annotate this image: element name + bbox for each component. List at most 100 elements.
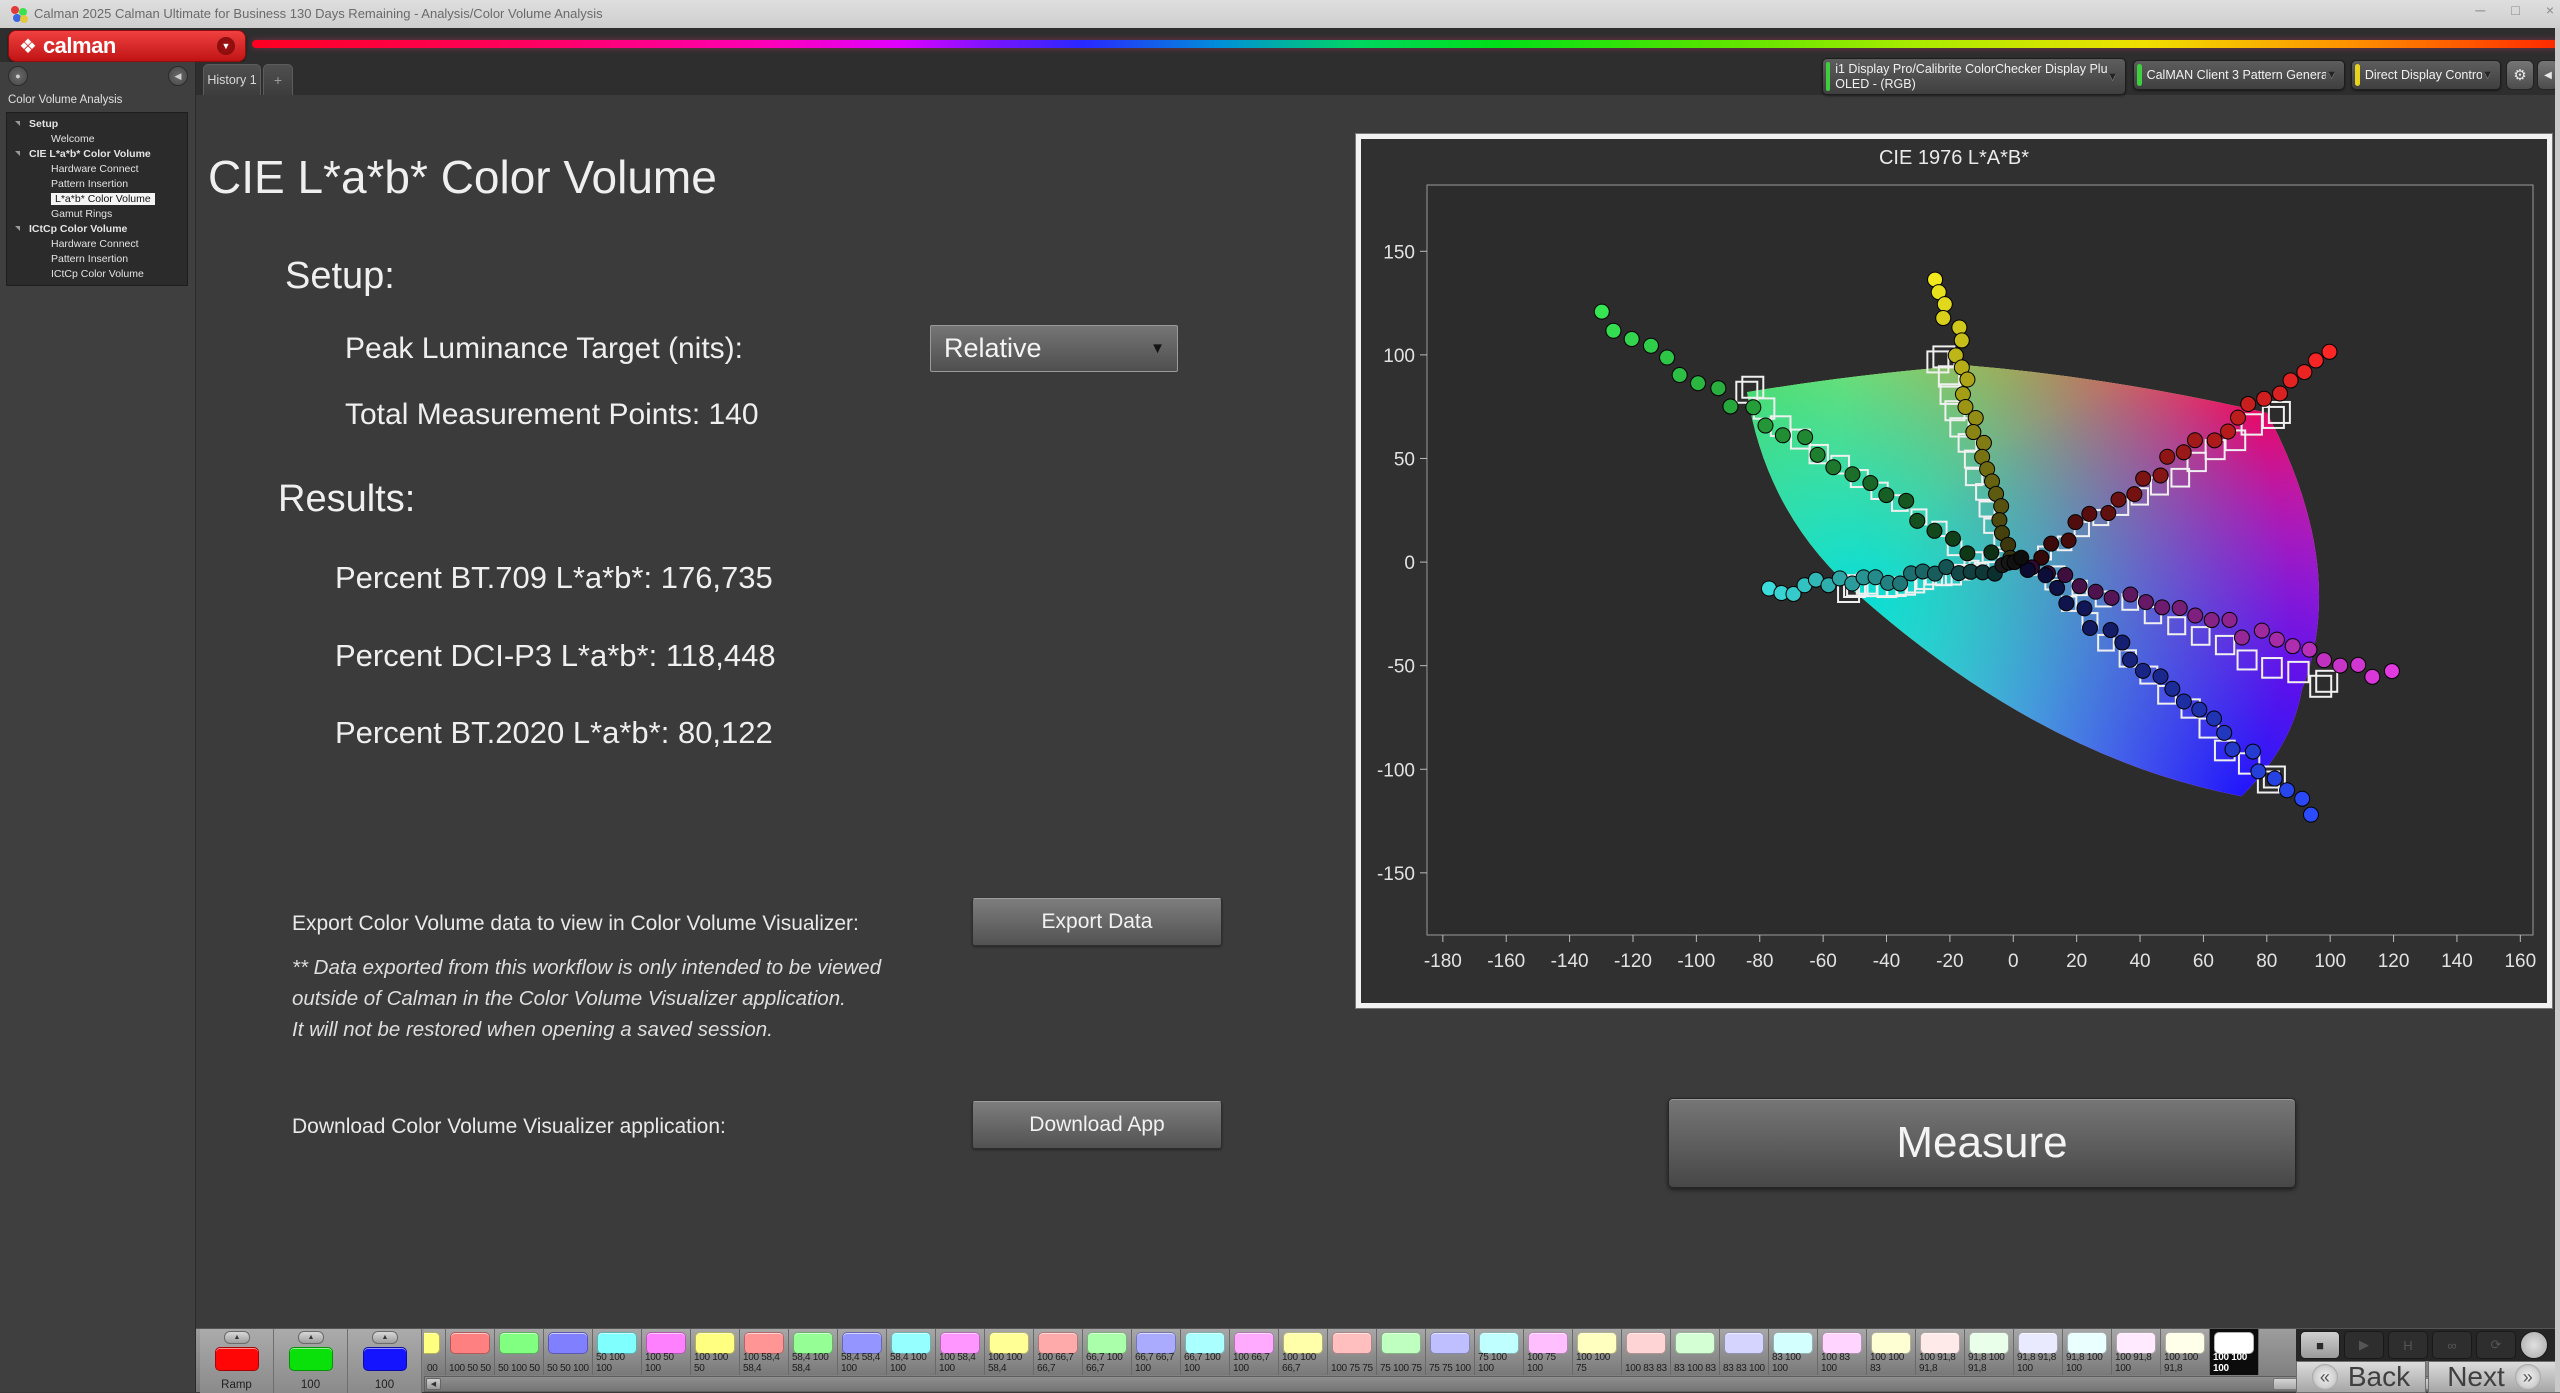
- pattern-swatch[interactable]: 100 100 91,8: [2161, 1329, 2210, 1375]
- measured-point-green: [1899, 493, 1914, 508]
- expander-icon[interactable]: [15, 121, 20, 126]
- setup-heading: Setup:: [285, 255, 395, 298]
- next-button[interactable]: Next »: [2428, 1361, 2560, 1393]
- pattern-swatch[interactable]: 91,8 100 100: [2063, 1329, 2112, 1375]
- measured-point-neutral: [2014, 550, 2029, 565]
- minimize-icon[interactable]: ─: [2475, 2, 2485, 18]
- fixed-pattern-cell[interactable]: ▲100: [348, 1329, 422, 1393]
- refresh-button[interactable]: ⟳: [2476, 1331, 2516, 1359]
- loop-button[interactable]: ∞: [2432, 1331, 2472, 1359]
- tab-history-1[interactable]: History 1: [203, 64, 261, 95]
- meter-dropdown[interactable]: i1 Display Pro/Calibrite ColorChecker Di…: [1822, 58, 2126, 95]
- pattern-swatch[interactable]: 100 100 75: [1573, 1329, 1622, 1375]
- fit-button[interactable]: H: [2388, 1331, 2428, 1359]
- measured-point-blue: [2176, 694, 2191, 709]
- fixed-pattern-cell[interactable]: ▲Ramp: [200, 1329, 274, 1393]
- stop-button[interactable]: ■: [2300, 1331, 2340, 1359]
- measured-point-red: [2283, 373, 2298, 388]
- peak-luminance-select[interactable]: Relative ▼: [930, 325, 1178, 372]
- close-icon[interactable]: ×: [2546, 2, 2554, 18]
- pattern-swatch[interactable]: 83 83 100: [1720, 1329, 1769, 1375]
- pattern-swatch[interactable]: 100 100 50: [691, 1329, 740, 1375]
- sidebar-header: Color Volume Analysis: [8, 94, 122, 106]
- pattern-swatch[interactable]: 100 58,4 58,4: [740, 1329, 789, 1375]
- tree-item[interactable]: Pattern Insertion: [7, 251, 187, 266]
- tree-item[interactable]: ICtCp Color Volume: [7, 266, 187, 281]
- fixed-pattern-cell[interactable]: ▲100: [274, 1329, 348, 1393]
- pattern-label: 75 100 100: [1478, 1353, 1523, 1374]
- collapse-sidebar-button[interactable]: ◀: [168, 66, 188, 86]
- pattern-swatch[interactable]: 100 100 66,7: [1279, 1329, 1328, 1375]
- pattern-swatch[interactable]: 100 91,8 100: [2112, 1329, 2161, 1375]
- blank-button[interactable]: [2520, 1331, 2548, 1359]
- pattern-chip: [646, 1332, 686, 1354]
- pattern-swatch[interactable]: 100 50 100: [642, 1329, 691, 1375]
- back-button[interactable]: « Back: [2296, 1361, 2426, 1393]
- pattern-swatch[interactable]: 100 91,8 91,8: [1916, 1329, 1965, 1375]
- arrow-up-icon[interactable]: ▲: [298, 1331, 324, 1344]
- arrow-up-icon[interactable]: ▲: [372, 1331, 398, 1344]
- tree-item[interactable]: Pattern Insertion: [7, 176, 187, 191]
- add-tab-button[interactable]: +: [263, 64, 293, 95]
- pattern-generator-dropdown[interactable]: CalMAN Client 3 Pattern Generator ▼: [2133, 60, 2345, 90]
- pattern-swatch[interactable]: 100 75 100: [1524, 1329, 1573, 1375]
- pattern-swatch[interactable]: 100 100 100: [2210, 1329, 2259, 1375]
- pattern-swatch[interactable]: 66,7 66,7 100: [1132, 1329, 1181, 1375]
- pattern-swatch[interactable]: 75 100 75: [1377, 1329, 1426, 1375]
- pattern-swatch[interactable]: 100 83 83: [1622, 1329, 1671, 1375]
- pattern-swatch[interactable]: 100 75 75: [1328, 1329, 1377, 1375]
- tree-item[interactable]: Setup: [7, 116, 187, 131]
- display-control-dropdown[interactable]: Direct Display Control ▼: [2351, 60, 2501, 90]
- pattern-swatch[interactable]: 100 58,4 100: [936, 1329, 985, 1375]
- tree-item[interactable]: Hardware Connect: [7, 236, 187, 251]
- sidebar-options-button[interactable]: ●: [8, 66, 28, 86]
- play-button[interactable]: ▶: [2344, 1331, 2384, 1359]
- pattern-swatch[interactable]: 91,8 91,8 100: [2014, 1329, 2063, 1375]
- measured-point-magenta: [2104, 590, 2119, 605]
- pattern-swatch[interactable]: 50 50 100: [544, 1329, 593, 1375]
- pattern-chip: [1087, 1332, 1127, 1354]
- pattern-swatch[interactable]: 58,4 100 58,4: [789, 1329, 838, 1375]
- measure-button[interactable]: Measure: [1668, 1098, 2296, 1188]
- pattern-swatch[interactable]: 100 100 83: [1867, 1329, 1916, 1375]
- pattern-swatch[interactable]: 75 75 100: [1426, 1329, 1475, 1375]
- measured-point-blue: [2122, 652, 2137, 667]
- scroll-left-button[interactable]: ◀: [426, 1378, 441, 1390]
- export-data-button[interactable]: Export Data: [972, 898, 1222, 946]
- pattern-swatch[interactable]: 100 83 100: [1818, 1329, 1867, 1375]
- calman-menu-button[interactable]: ❖ calman ▼: [8, 30, 246, 62]
- pattern-swatch[interactable]: 100 100 58,4: [985, 1329, 1034, 1375]
- tree-item[interactable]: CIE L*a*b* Color Volume: [7, 146, 187, 161]
- pattern-swatch[interactable]: 91,8 100 91,8: [1965, 1329, 2014, 1375]
- pattern-swatch[interactable]: 100 66,7 66,7: [1034, 1329, 1083, 1375]
- pattern-swatch[interactable]: 66,7 100 66,7: [1083, 1329, 1132, 1375]
- svg-text:80: 80: [2256, 951, 2277, 972]
- pattern-swatch[interactable]: 58,4 58,4 100: [838, 1329, 887, 1375]
- settings-button[interactable]: ⚙: [2506, 60, 2534, 90]
- pattern-swatch[interactable]: 83 100 83: [1671, 1329, 1720, 1375]
- pattern-swatch[interactable]: 50 100 100: [593, 1329, 642, 1375]
- pattern-swatch[interactable]: 66,7 100 100: [1181, 1329, 1230, 1375]
- expander-icon[interactable]: [15, 226, 20, 231]
- tree-item[interactable]: ICtCp Color Volume: [7, 221, 187, 236]
- tree-item[interactable]: Hardware Connect: [7, 161, 187, 176]
- page-title: CIE L*a*b* Color Volume: [208, 150, 717, 204]
- tree-item[interactable]: Gamut Rings: [7, 206, 187, 221]
- pattern-swatch[interactable]: 58,4 100 100: [887, 1329, 936, 1375]
- maximize-icon[interactable]: □: [2511, 2, 2519, 18]
- pattern-swatch[interactable]: 50 100 50: [495, 1329, 544, 1375]
- pattern-chip: [989, 1332, 1029, 1354]
- pattern-label: 100 100 50: [694, 1353, 739, 1374]
- pattern-swatch[interactable]: 83 100 100: [1769, 1329, 1818, 1375]
- pattern-swatch[interactable]: 100 66,7 100: [1230, 1329, 1279, 1375]
- tree-item[interactable]: L*a*b* Color Volume: [7, 191, 187, 206]
- tree-item[interactable]: Welcome: [7, 131, 187, 146]
- pattern-swatch[interactable]: 00: [424, 1329, 446, 1375]
- expander-icon[interactable]: [15, 151, 20, 156]
- pattern-swatch[interactable]: 75 100 100: [1475, 1329, 1524, 1375]
- arrow-up-icon[interactable]: ▲: [224, 1331, 250, 1344]
- pattern-swatch[interactable]: 100 50 50: [446, 1329, 495, 1375]
- download-app-button[interactable]: Download App: [972, 1101, 1222, 1149]
- measured-point-red: [2207, 433, 2222, 448]
- pattern-scrollbar[interactable]: ◀ ▶: [424, 1376, 2492, 1392]
